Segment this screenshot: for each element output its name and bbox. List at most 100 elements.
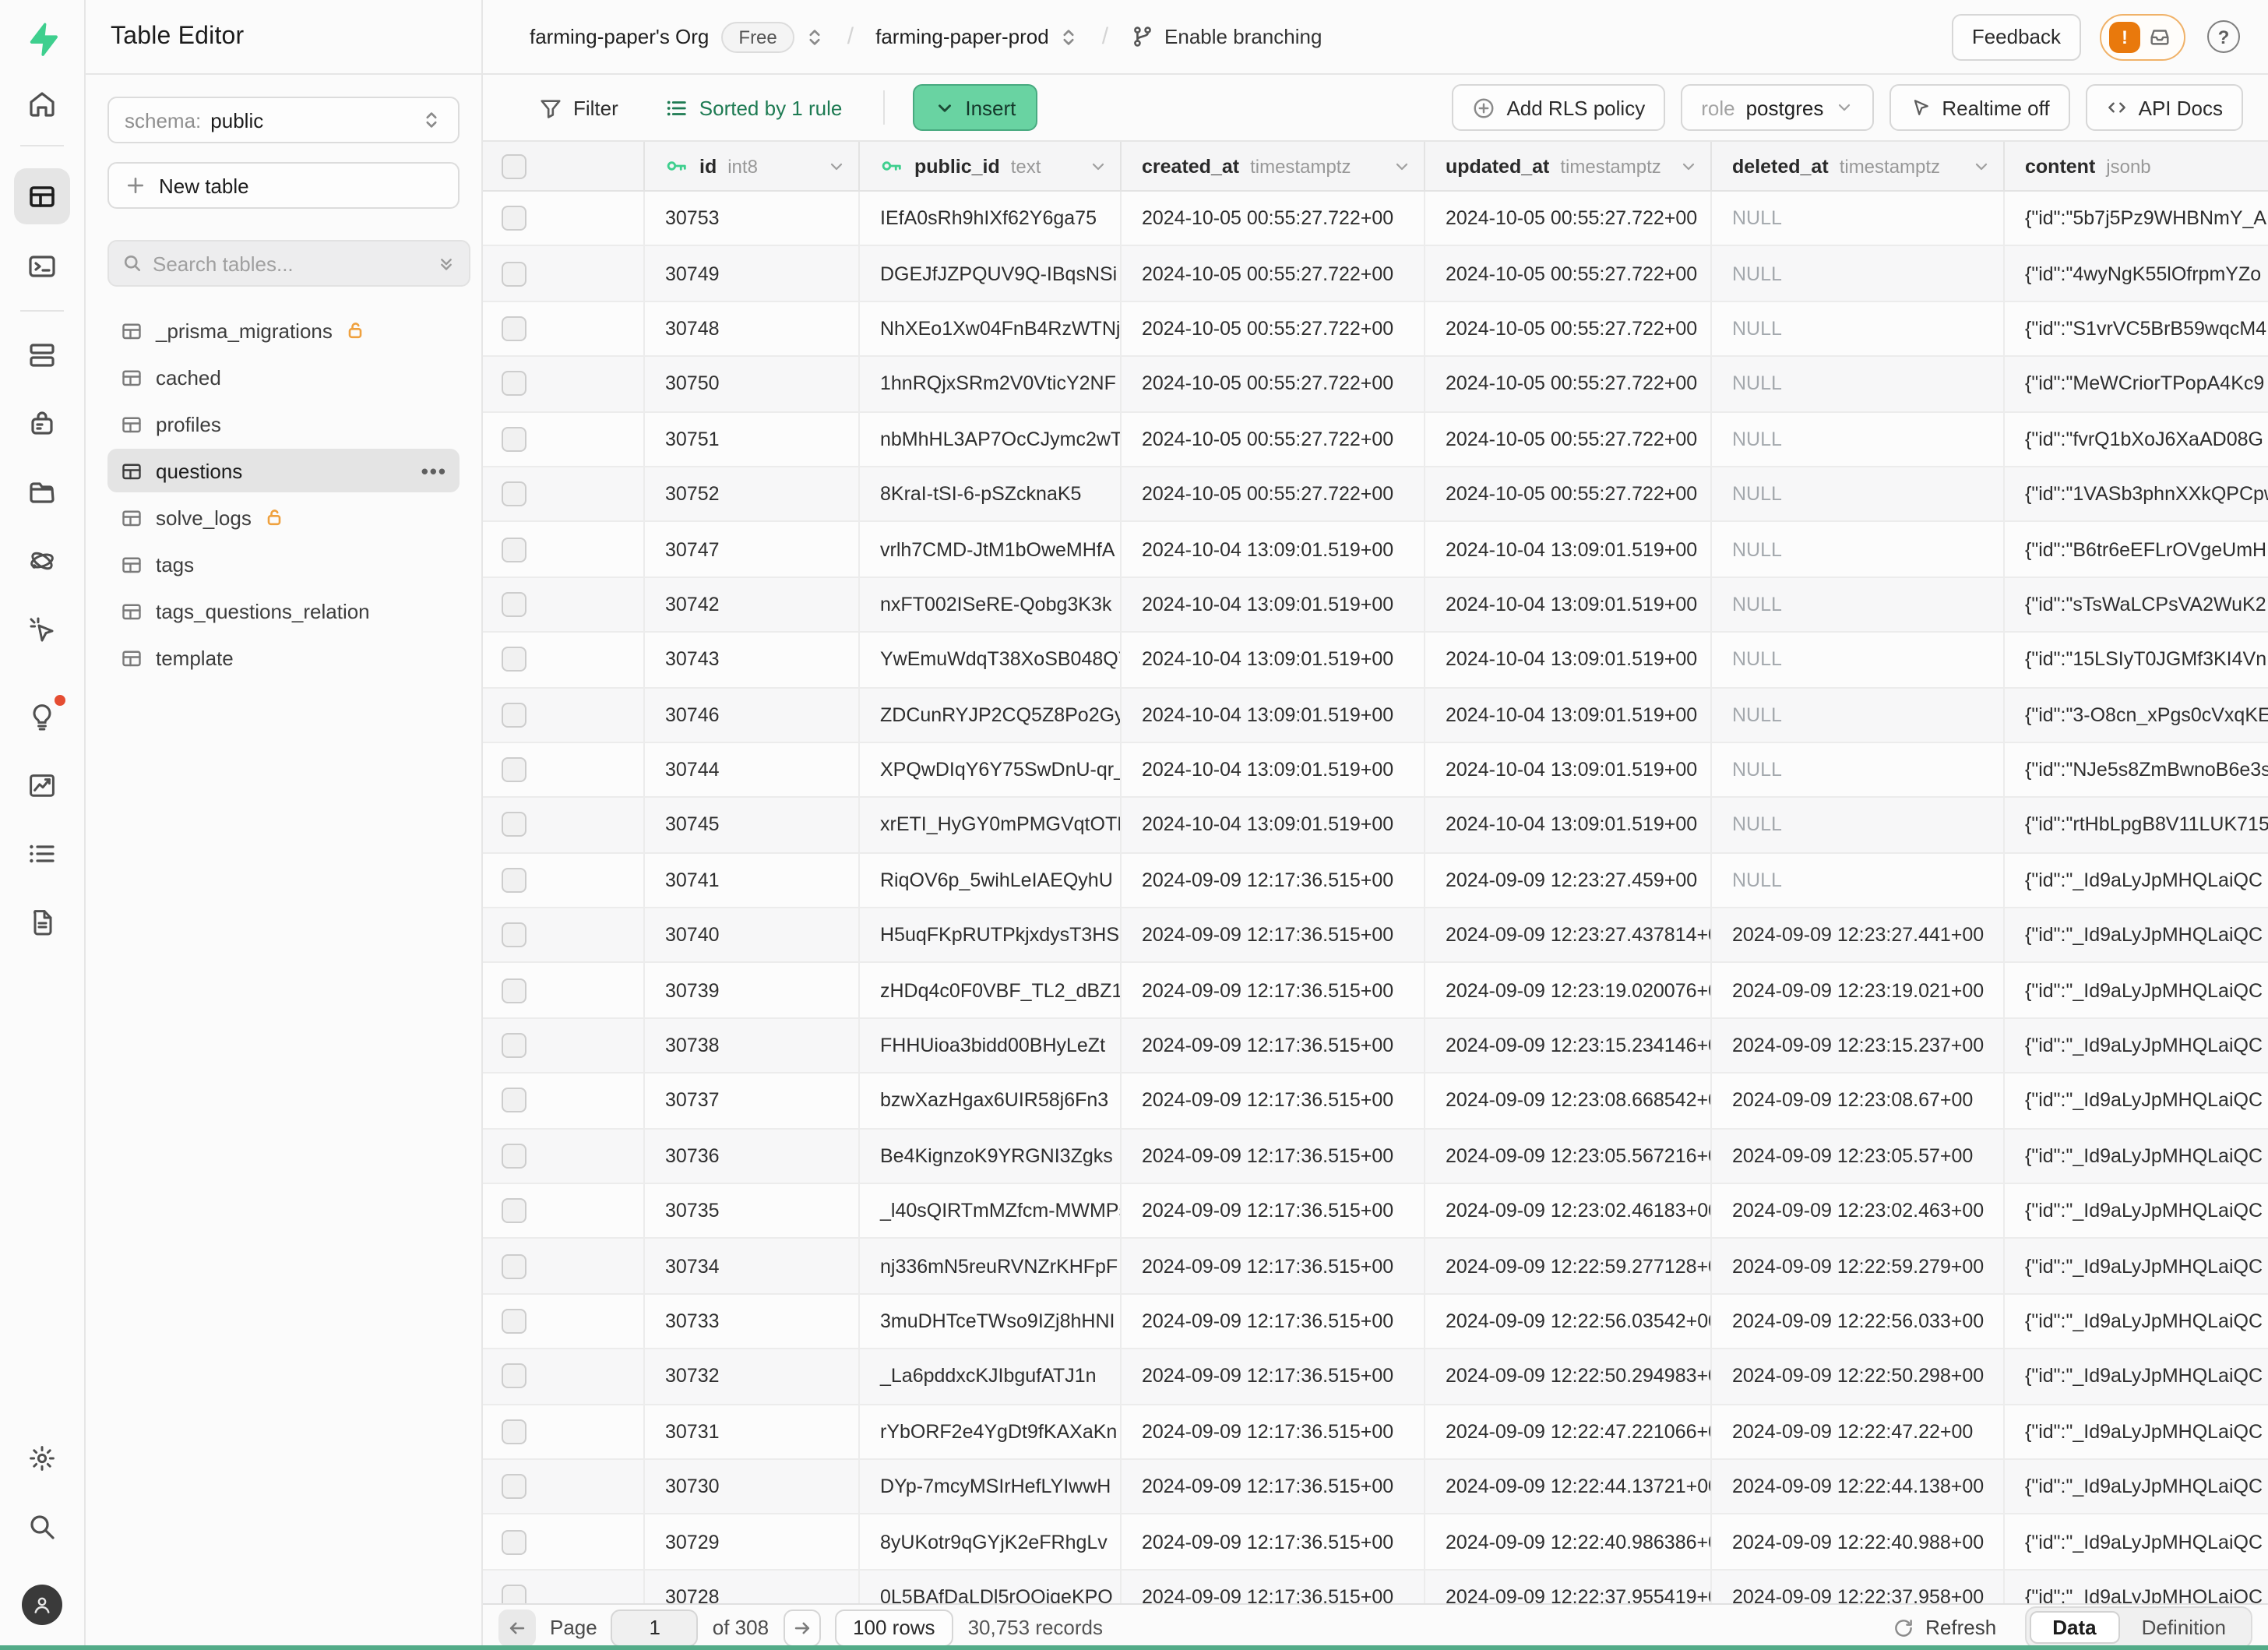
cell-public-id[interactable]: 1hnRQjxSRm2V0VticY2NF [860, 357, 1122, 411]
cell-id[interactable]: 30735 [645, 1184, 860, 1238]
cell-public-id[interactable]: xrETI_HyGY0mPMGVqtOTM [860, 799, 1122, 852]
cell-public-id[interactable]: bzwXazHgax6UIR58j6Fn3 [860, 1074, 1122, 1128]
search-tables-box[interactable] [107, 240, 470, 287]
cell-id[interactable]: 30741 [645, 853, 860, 907]
sidebar-table-item[interactable]: _prisma_migrations [107, 308, 460, 352]
cell-updated-at[interactable]: 2024-09-09 12:22:44.13721+00 [1425, 1460, 1712, 1514]
cell-public-id[interactable]: 8yUKotr9qGYjK2eFRhgLv [860, 1515, 1122, 1569]
table-row[interactable]: 30730 DYp-7mcyMSIrHefLYIwwH 2024-09-09 1… [483, 1460, 2268, 1515]
table-row[interactable]: 30740 H5uqFKpRUTPkjxdysT3HS 2024-09-09 1… [483, 908, 2268, 964]
table-row[interactable]: 30745 xrETI_HyGY0mPMGVqtOTM 2024-10-04 1… [483, 799, 2268, 854]
row-checkbox[interactable] [502, 757, 526, 782]
cell-content[interactable]: {"id":"fvrQ1bXoJ6XaAD08G [2005, 412, 2268, 466]
row-checkbox[interactable] [502, 316, 526, 341]
table-menu-button[interactable]: ••• [421, 459, 447, 482]
database-icon[interactable] [22, 335, 62, 375]
cell-content[interactable]: {"id":"_Id9aLyJpMHQLaiQC [2005, 853, 2268, 907]
row-checkbox[interactable] [502, 702, 526, 727]
row-checkbox[interactable] [502, 481, 526, 506]
cell-public-id[interactable]: DYp-7mcyMSIrHefLYIwwH [860, 1460, 1122, 1514]
sidebar-table-item[interactable]: tags_questions_relation [107, 589, 460, 633]
cell-content[interactable]: {"id":"4wyNgK55lOfrpmYZo [2005, 247, 2268, 301]
row-checkbox[interactable] [502, 1088, 526, 1113]
cell-public-id[interactable]: FHHUioa3bidd00BHyLeZt [860, 1019, 1122, 1073]
table-row[interactable]: 30738 FHHUioa3bidd00BHyLeZt 2024-09-09 1… [483, 1019, 2268, 1074]
row-checkbox[interactable] [502, 978, 526, 1003]
cell-public-id[interactable]: nbMhHL3AP7OcCJymc2wT2 [860, 412, 1122, 466]
sidebar-table-item[interactable]: questions ••• [107, 449, 460, 492]
cell-deleted-at[interactable]: NULL [1712, 853, 2005, 907]
cell-deleted-at[interactable]: NULL [1712, 302, 2005, 356]
cell-id[interactable]: 30748 [645, 302, 860, 356]
table-row[interactable]: 30739 zHDq4c0F0VBF_TL2_dBZ1 2024-09-09 1… [483, 964, 2268, 1019]
row-checkbox[interactable] [502, 1585, 526, 1603]
cell-id[interactable]: 30745 [645, 799, 860, 852]
table-row[interactable]: 30743 YwEmuWdqT38XoSB048QYp 2024-10-04 1… [483, 633, 2268, 688]
cell-content[interactable]: {"id":"_Id9aLyJpMHQLaiQC [2005, 1019, 2268, 1073]
cell-created-at[interactable]: 2024-10-04 13:09:01.519+00 [1122, 743, 1425, 797]
cell-content[interactable]: {"id":"B6tr6eEFLrOVgeUmH [2005, 523, 2268, 576]
cell-deleted-at[interactable]: 2024-09-09 12:23:02.463+00 [1712, 1184, 2005, 1238]
chevron-down-icon[interactable] [827, 157, 846, 175]
sidebar-table-item[interactable]: template [107, 636, 460, 679]
rows-per-page-button[interactable]: 100 rows [834, 1609, 954, 1646]
cell-id[interactable]: 30731 [645, 1405, 860, 1458]
chevron-down-icon[interactable] [1972, 157, 1991, 175]
table-row[interactable]: 30748 NhXEo1Xw04FnB4RzWTNjb 2024-10-05 0… [483, 302, 2268, 358]
page-number-input[interactable] [611, 1609, 699, 1646]
cell-updated-at[interactable]: 2024-09-09 12:22:37.955419+00 [1425, 1571, 1712, 1603]
column-header[interactable]: deleted_at timestamptz [1712, 142, 2005, 190]
prev-page-button[interactable] [498, 1609, 536, 1646]
cell-updated-at[interactable]: 2024-09-09 12:23:08.668542+00 [1425, 1074, 1712, 1128]
cell-content[interactable]: {"id":"_Id9aLyJpMHQLaiQC [2005, 1129, 2268, 1183]
column-header[interactable]: public_id text [860, 142, 1122, 190]
search-tables-input[interactable] [153, 252, 427, 275]
table-row[interactable]: 30728 0L5BAfDaLDl5rQOiqeKPO 2024-09-09 1… [483, 1571, 2268, 1603]
cell-id[interactable]: 30749 [645, 247, 860, 301]
cell-content[interactable]: {"id":"_Id9aLyJpMHQLaiQC [2005, 1571, 2268, 1603]
table-row[interactable]: 30733 3muDHTceTWso9IZj8hHNI 2024-09-09 1… [483, 1295, 2268, 1350]
cell-content[interactable]: {"id":"3-O8cn_xPgs0cVxqKE [2005, 688, 2268, 742]
cell-deleted-at[interactable]: NULL [1712, 357, 2005, 411]
table-row[interactable]: 30732 _La6pddxcKJIbgufATJ1n 2024-09-09 1… [483, 1349, 2268, 1405]
cell-updated-at[interactable]: 2024-10-05 00:55:27.722+00 [1425, 192, 1712, 245]
cell-created-at[interactable]: 2024-10-04 13:09:01.519+00 [1122, 799, 1425, 852]
cell-content[interactable]: {"id":"15LSIyT0JGMf3KI4Vn [2005, 633, 2268, 686]
chevron-down-icon[interactable] [1679, 157, 1698, 175]
breadcrumb-org[interactable]: farming-paper's Org [530, 25, 709, 48]
cell-deleted-at[interactable]: 2024-09-09 12:22:44.138+00 [1712, 1460, 2005, 1514]
cell-id[interactable]: 30734 [645, 1239, 860, 1293]
cell-content[interactable]: {"id":"_Id9aLyJpMHQLaiQC [2005, 1074, 2268, 1128]
cell-created-at[interactable]: 2024-09-09 12:17:36.515+00 [1122, 1571, 1425, 1603]
row-checkbox[interactable] [502, 1144, 526, 1169]
table-row[interactable]: 30749 DGEJfJZPQUV9Q-IBqsNSi 2024-10-05 0… [483, 247, 2268, 302]
cell-public-id[interactable]: Be4KignzoK9YRGNI3Zgks [860, 1129, 1122, 1183]
realtime-toggle-button[interactable]: Realtime off [1889, 84, 2069, 131]
cell-content[interactable]: {"id":"_Id9aLyJpMHQLaiQC [2005, 1349, 2268, 1403]
settings-icon[interactable] [22, 1438, 62, 1479]
cell-created-at[interactable]: 2024-10-05 00:55:27.722+00 [1122, 247, 1425, 301]
cell-deleted-at[interactable]: NULL [1712, 633, 2005, 686]
cell-id[interactable]: 30751 [645, 412, 860, 466]
cell-updated-at[interactable]: 2024-10-04 13:09:01.519+00 [1425, 799, 1712, 852]
cell-deleted-at[interactable]: 2024-09-09 12:22:56.033+00 [1712, 1295, 2005, 1349]
advisors-icon[interactable] [22, 696, 62, 737]
cell-created-at[interactable]: 2024-09-09 12:17:36.515+00 [1122, 908, 1425, 962]
help-button[interactable]: ? [2207, 20, 2240, 53]
filter-button[interactable]: Filter [526, 88, 631, 127]
refresh-button[interactable]: Refresh [1893, 1616, 1996, 1639]
cell-created-at[interactable]: 2024-09-09 12:17:36.515+00 [1122, 1405, 1425, 1458]
row-checkbox[interactable] [502, 1474, 526, 1499]
column-header[interactable]: updated_at timestamptz [1425, 142, 1712, 190]
cell-content[interactable]: {"id":"_Id9aLyJpMHQLaiQC [2005, 1239, 2268, 1293]
cell-created-at[interactable]: 2024-10-05 00:55:27.722+00 [1122, 302, 1425, 356]
cell-updated-at[interactable]: 2024-09-09 12:22:50.294983+00 [1425, 1349, 1712, 1403]
cell-updated-at[interactable]: 2024-09-09 12:23:19.020076+00 [1425, 964, 1712, 1017]
cell-content[interactable]: {"id":"_Id9aLyJpMHQLaiQC [2005, 964, 2268, 1017]
cell-deleted-at[interactable]: NULL [1712, 688, 2005, 742]
cell-deleted-at[interactable]: 2024-09-09 12:22:40.988+00 [1712, 1515, 2005, 1569]
cell-content[interactable]: {"id":"MeWCriorTPopA4Kc9 [2005, 357, 2268, 411]
cell-id[interactable]: 30753 [645, 192, 860, 245]
logs-icon[interactable] [22, 834, 62, 874]
cell-updated-at[interactable]: 2024-09-09 12:22:59.277128+00 [1425, 1239, 1712, 1293]
